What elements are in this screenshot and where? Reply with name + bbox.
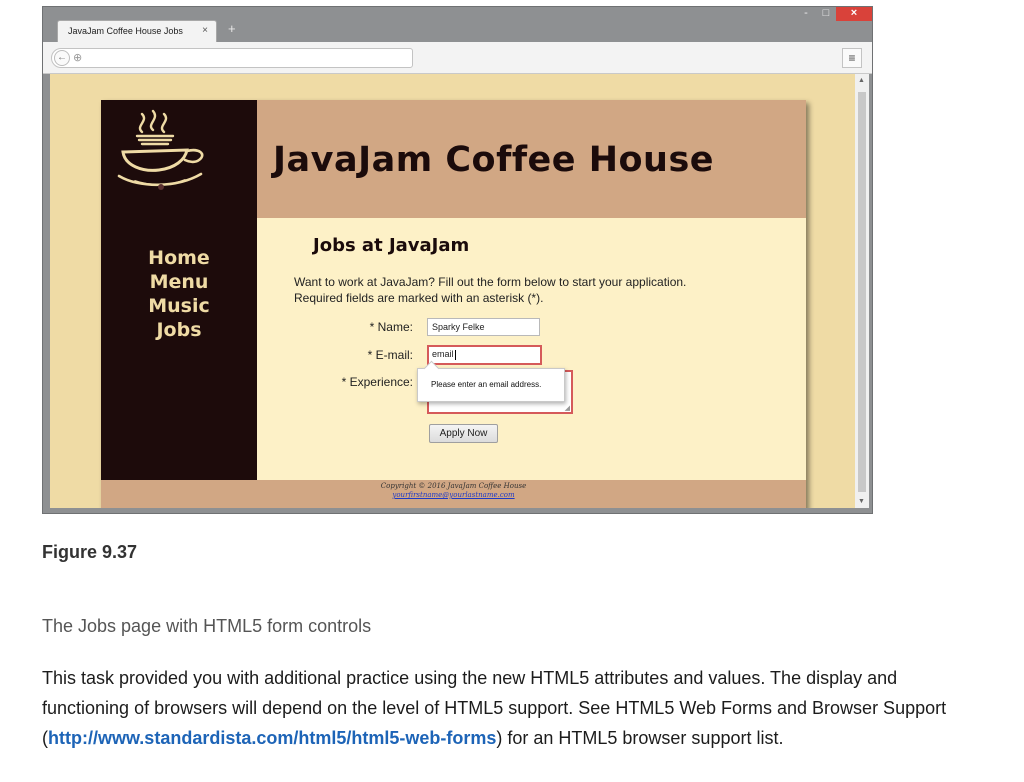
email-label: * E-mail: xyxy=(367,348,413,362)
window-controls: - □ × xyxy=(796,7,872,25)
validation-tooltip: Please enter an email address. xyxy=(417,368,565,402)
globe-icon: ⊕ xyxy=(73,52,83,64)
scroll-up-icon[interactable]: ▲ xyxy=(858,77,865,84)
vertical-scrollbar[interactable]: ▲ ▼ xyxy=(855,74,869,508)
browser-window: - □ × JavaJam Coffee House Jobs × + ← ⊕ … xyxy=(42,6,873,514)
nav-jobs[interactable]: Jobs xyxy=(101,318,257,342)
nav-home[interactable]: Home xyxy=(101,246,257,270)
tab-title: JavaJam Coffee House Jobs xyxy=(68,26,183,36)
text-caret xyxy=(454,349,456,360)
apply-now-button[interactable]: Apply Now xyxy=(429,424,498,443)
email-field[interactable]: email xyxy=(427,345,542,365)
intro-text: Want to work at JavaJam? Fill out the fo… xyxy=(294,274,794,306)
footer-copyright: Copyright © 2016 JavaJam Coffee House xyxy=(380,482,527,490)
new-tab-icon[interactable]: + xyxy=(228,21,236,36)
name-field[interactable]: Sparky Felke xyxy=(427,318,540,336)
figure-label: Figure 9.37 xyxy=(42,542,138,562)
site-footer: Copyright © 2016 JavaJam Coffee House yo… xyxy=(101,480,806,508)
back-arrow-icon[interactable]: ← xyxy=(54,50,70,66)
tab-close-icon[interactable]: × xyxy=(202,21,208,41)
nav-menu[interactable]: Menu xyxy=(101,270,257,294)
footer-email-link[interactable]: yourfirstname@yourlastname.com xyxy=(101,491,806,500)
minimize-button[interactable]: - xyxy=(796,7,816,21)
figure-caption: The Jobs page with HTML5 form controls xyxy=(42,616,372,636)
experience-label: * Experience: xyxy=(341,375,413,389)
email-value: email xyxy=(432,349,454,359)
scroll-thumb[interactable] xyxy=(858,92,866,492)
maximize-button[interactable]: □ xyxy=(816,7,836,21)
site-sidebar: Home Menu Music Jobs xyxy=(101,100,257,480)
standardista-link[interactable]: http://www.standardista.com/html5/html5-… xyxy=(48,728,496,748)
page-viewport: Home Menu Music Jobs JavaJam Coffee Hous… xyxy=(50,74,855,508)
browser-menu-icon[interactable]: ≡ xyxy=(842,48,862,68)
name-label: * Name: xyxy=(369,320,413,334)
address-bar[interactable]: ← ⊕ xyxy=(51,48,413,68)
nav-music[interactable]: Music xyxy=(101,294,257,318)
site-nav: Home Menu Music Jobs xyxy=(101,246,257,342)
coffee-cup-logo-icon xyxy=(115,106,235,211)
site-title: JavaJam Coffee House xyxy=(273,140,715,180)
resize-grip-icon[interactable]: ◢ xyxy=(565,404,570,412)
browser-toolbar: ← ⊕ ≡ xyxy=(43,42,872,74)
intro-line-1: Want to work at JavaJam? Fill out the fo… xyxy=(294,275,687,289)
intro-line-2: Required fields are marked with an aster… xyxy=(294,291,544,305)
body-text-after: ) for an HTML5 browser support list. xyxy=(496,728,784,748)
site-header: JavaJam Coffee House xyxy=(257,100,806,218)
scroll-down-icon[interactable]: ▼ xyxy=(858,498,865,505)
browser-tab[interactable]: JavaJam Coffee House Jobs × xyxy=(57,20,217,42)
jobs-heading: Jobs at JavaJam xyxy=(313,235,470,256)
javajam-page: Home Menu Music Jobs JavaJam Coffee Hous… xyxy=(101,100,806,508)
body-paragraph: This task provided you with additional p… xyxy=(42,663,977,753)
close-window-button[interactable]: × xyxy=(836,7,872,21)
